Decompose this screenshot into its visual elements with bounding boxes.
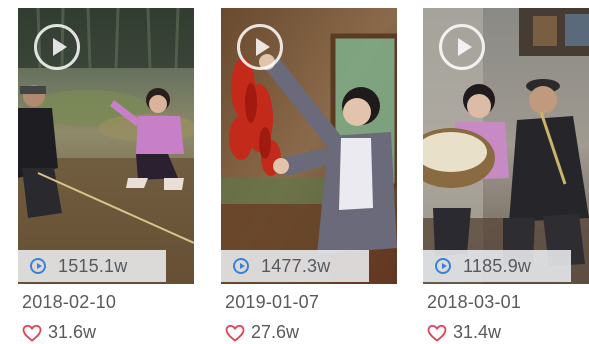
likes[interactable]: 27.6w	[225, 322, 299, 343]
video-card[interactable]: 1515.1w 2018-02-10 31.6w	[18, 8, 194, 344]
views-bar: 1515.1w	[18, 250, 166, 282]
likes-count: 31.6w	[48, 322, 97, 342]
publish-date: 2018-02-10	[22, 292, 117, 312]
views-count: 1477.3w	[261, 255, 331, 276]
play-count-icon	[233, 258, 249, 274]
heart-icon[interactable]	[225, 324, 245, 342]
heart-icon[interactable]	[427, 324, 447, 342]
play-circle-icon[interactable]	[34, 24, 80, 70]
play-count-icon	[435, 258, 451, 274]
likes[interactable]: 31.6w	[22, 322, 96, 343]
views-bar: 1477.3w	[221, 250, 369, 282]
publish-date: 2019-01-07	[225, 292, 320, 312]
video-thumbnail[interactable]: 1515.1w	[18, 8, 194, 284]
video-card[interactable]: 1477.3w 2019-01-07 27.6w	[221, 8, 397, 344]
video-card[interactable]: 1185.9w 2018-03-01 31.4w	[423, 8, 589, 344]
video-thumbnail[interactable]: 1477.3w	[221, 8, 397, 284]
views-bar: 1185.9w	[423, 250, 571, 282]
play-circle-icon[interactable]	[237, 24, 283, 70]
play-count-icon	[30, 258, 46, 274]
heart-icon[interactable]	[22, 324, 42, 342]
video-thumbnail[interactable]: 1185.9w	[423, 8, 589, 284]
likes-count: 27.6w	[251, 322, 300, 342]
views-count: 1185.9w	[463, 255, 532, 276]
likes-count: 31.4w	[453, 322, 502, 342]
views-count: 1515.1w	[58, 255, 128, 276]
video-grid: 1515.1w 2018-02-10 31.6w 1477.3w 2019-01…	[0, 0, 589, 344]
likes[interactable]: 31.4w	[427, 322, 501, 343]
publish-date: 2018-03-01	[427, 292, 522, 312]
play-circle-icon[interactable]	[439, 24, 485, 70]
